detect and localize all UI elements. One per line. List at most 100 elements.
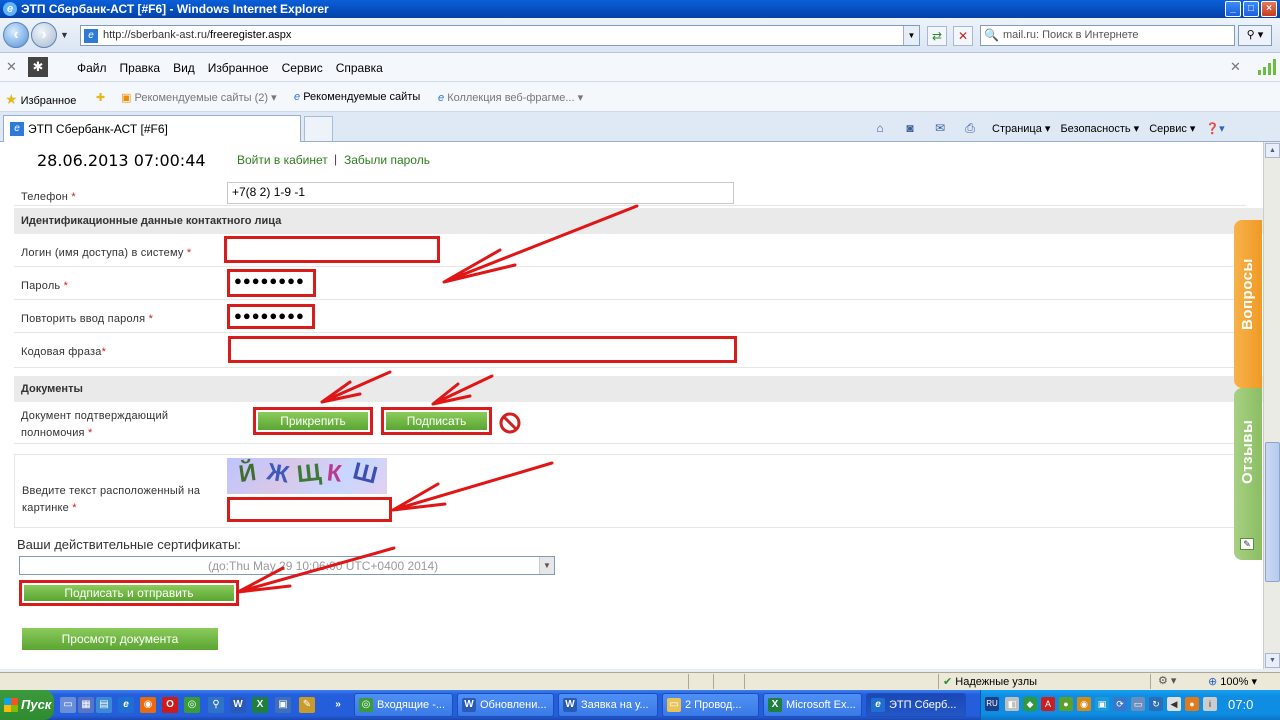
search-button[interactable]: ⚲ ▾ [1238,25,1272,46]
favorite-item-suggested[interactable]: e Рекомендуемые сайты [294,91,420,103]
tray-app-icon[interactable]: ◧ [1005,697,1019,711]
menu-favorites[interactable]: Избранное [208,61,269,75]
tray-network-icon[interactable]: ▣ [1095,697,1109,711]
certificate-select[interactable]: (до:Thu May 29 10:06:00 UTC+0400 2014) ▼ [19,556,555,575]
tray-update-icon[interactable]: ● [1185,697,1199,711]
sign-button[interactable]: Подписать [384,410,489,432]
quicklaunch-more-icon[interactable]: » [330,697,346,713]
tray-green-icon[interactable]: ● [1059,697,1073,711]
new-tab-button[interactable] [304,116,333,141]
captcha-input[interactable] [227,497,392,522]
code-phrase-input[interactable] [228,336,737,363]
help-icon[interactable]: ❓▾ [1205,122,1224,135]
stop-button[interactable]: ✕ [953,26,973,46]
add-favorite-icon[interactable]: ✚ [96,91,105,104]
login-link[interactable]: Войти в кабинет [237,153,328,167]
tab-current[interactable]: e ЭТП Сбербанк-АСТ [#F6] [3,115,301,142]
sign-and-send-button[interactable]: Подписать и отправить [22,583,236,603]
forward-button[interactable]: › [31,22,57,48]
favorite-item-suggested-2[interactable]: ▣ Рекомендуемые сайты (2) ▾ [121,91,277,104]
quicklaunch-ie-icon[interactable]: e [118,697,134,713]
quicklaunch-word-icon[interactable]: W [230,697,246,713]
quicklaunch-opera-icon[interactable]: O [162,697,178,713]
quicklaunch-switch-icon[interactable]: ▦ [78,697,94,713]
status-divider [1150,674,1151,689]
tab-bar: e ЭТП Сбербанк-АСТ [#F6] ⌂ ◙ ✉ ⎙ Страниц… [0,112,1280,142]
tray-orange-icon[interactable]: ◉ [1077,697,1091,711]
quicklaunch-excel-icon[interactable]: X [252,697,268,713]
history-dropdown-icon[interactable]: ▼ [60,30,69,40]
password-repeat-input[interactable]: ●●●●●●●● [227,304,315,329]
quicklaunch-app-icon[interactable]: ▣ [275,697,291,713]
select-dropdown-icon[interactable]: ▼ [539,557,554,574]
tray-info-icon[interactable]: i [1203,697,1217,711]
tray-monitor-icon[interactable]: ▭ [1131,697,1145,711]
quicklaunch-firefox-icon[interactable]: ◉ [140,697,156,713]
zoom-level[interactable]: ⊕ 100% ▾ [1208,675,1257,688]
task-inbox[interactable]: ◎ Входящие -... [354,693,453,717]
tray-volume-icon[interactable]: ◀ [1167,697,1181,711]
favorites-bar: ★ Избранное ✚ ▣ Рекомендуемые сайты (2) … [0,82,1280,112]
tray-arrow-icon[interactable]: ↻ [1149,697,1163,711]
home-icon[interactable]: ⌂ [872,121,888,135]
feeds-icon[interactable]: ◙ [902,121,918,135]
vertical-scrollbar[interactable]: ▲ ▼ [1263,142,1280,669]
captcha-image: Й Ж Щ К Ш [227,458,387,494]
favorite-item-webslices[interactable]: e Коллекция веб-фрагме... ▾ [438,91,583,104]
refresh-button[interactable]: ⇄ [927,26,947,46]
tray-sync-icon[interactable]: ⟳ [1113,697,1127,711]
remove-document-icon[interactable] [499,412,521,434]
quicklaunch-explorer-icon[interactable]: ⚲ [208,697,224,713]
minimize-button[interactable]: _ [1225,1,1241,17]
toolbar-close-icon[interactable]: ✕ [6,59,17,75]
menu-help[interactable]: Справка [336,61,383,75]
phone-input[interactable]: +7(8 2) 1-9 -1 [227,182,734,204]
windows-taskbar: Пуск ▭ ▦ ▤ e ◉ O ◎ ⚲ W X ▣ ✎ » ◎ Входящие… [0,690,1280,720]
address-bar[interactable]: e http://sberbank-ast.ru/freeregister.as… [80,25,920,46]
attach-button[interactable]: Прикрепить [256,410,370,432]
quicklaunch-tool-icon[interactable]: ✎ [299,697,315,713]
quicklaunch-folder-icon[interactable]: ▤ [96,697,112,713]
task-explorer[interactable]: ▭ 2 Провод... [662,693,759,717]
scroll-up-icon[interactable]: ▲ [1265,143,1280,158]
tray-shield-icon[interactable]: ◆ [1023,697,1037,711]
task-ie-active[interactable]: e ЭТП Сберб... [866,693,966,717]
back-button[interactable]: ‹ [3,22,29,48]
print-icon[interactable]: ⎙ [962,121,978,135]
mail-icon[interactable]: ✉ [932,121,948,135]
favorites-button[interactable]: ★ Избранное [5,91,76,108]
word-icon: W [563,698,577,712]
security-menu[interactable]: Безопасность ▾ [1060,122,1139,135]
menu-view[interactable]: Вид [173,61,195,75]
maximize-button[interactable]: □ [1243,1,1259,17]
address-dropdown-icon[interactable]: ▼ [903,26,919,45]
questions-side-tab[interactable]: Вопросы [1234,220,1262,388]
close-button[interactable]: × [1261,1,1277,17]
page-viewport: 28.06.2013 07:00:44 Войти в кабинет | За… [0,142,1263,669]
tools-menu[interactable]: Сервис ▾ [1149,122,1195,135]
quicklaunch-desktop-icon[interactable]: ▭ [60,697,76,713]
tray-pdf-icon[interactable]: A [1041,697,1055,711]
addon-gear-icon[interactable]: ✱ [28,57,48,77]
start-button[interactable]: Пуск [0,690,54,720]
page-menu[interactable]: Страница ▾ [992,122,1050,135]
language-indicator[interactable]: RU [985,697,999,711]
reviews-side-tab[interactable]: Отзывы ✎ [1234,388,1262,560]
quicklaunch-chrome-icon[interactable]: ◎ [184,697,200,713]
scroll-thumb[interactable] [1265,442,1280,582]
password-input[interactable]: ●●●●●●●● [227,269,316,297]
scroll-down-icon[interactable]: ▼ [1265,653,1280,668]
protected-mode-icon[interactable]: ⚙ ▾ [1158,674,1176,687]
captcha-label: Введите текст расположенный на картинке * [22,485,201,514]
menu-edit[interactable]: Правка [120,61,161,75]
forgot-password-link[interactable]: Забыли пароль [344,153,430,167]
task-application[interactable]: W Заявка на у... [558,693,658,717]
login-input[interactable] [224,236,440,263]
toolbar-close-right-icon[interactable]: ✕ [1230,59,1241,75]
search-input[interactable]: 🔍 mail.ru: Поиск в Интернете [980,25,1235,46]
preview-document-button[interactable]: Просмотр документа [22,628,218,650]
menu-tools[interactable]: Сервис [282,61,323,75]
menu-file[interactable]: Файл [77,61,107,75]
task-updates[interactable]: W Обновлени... [457,693,554,717]
task-excel[interactable]: X Microsoft Ex... [763,693,862,717]
